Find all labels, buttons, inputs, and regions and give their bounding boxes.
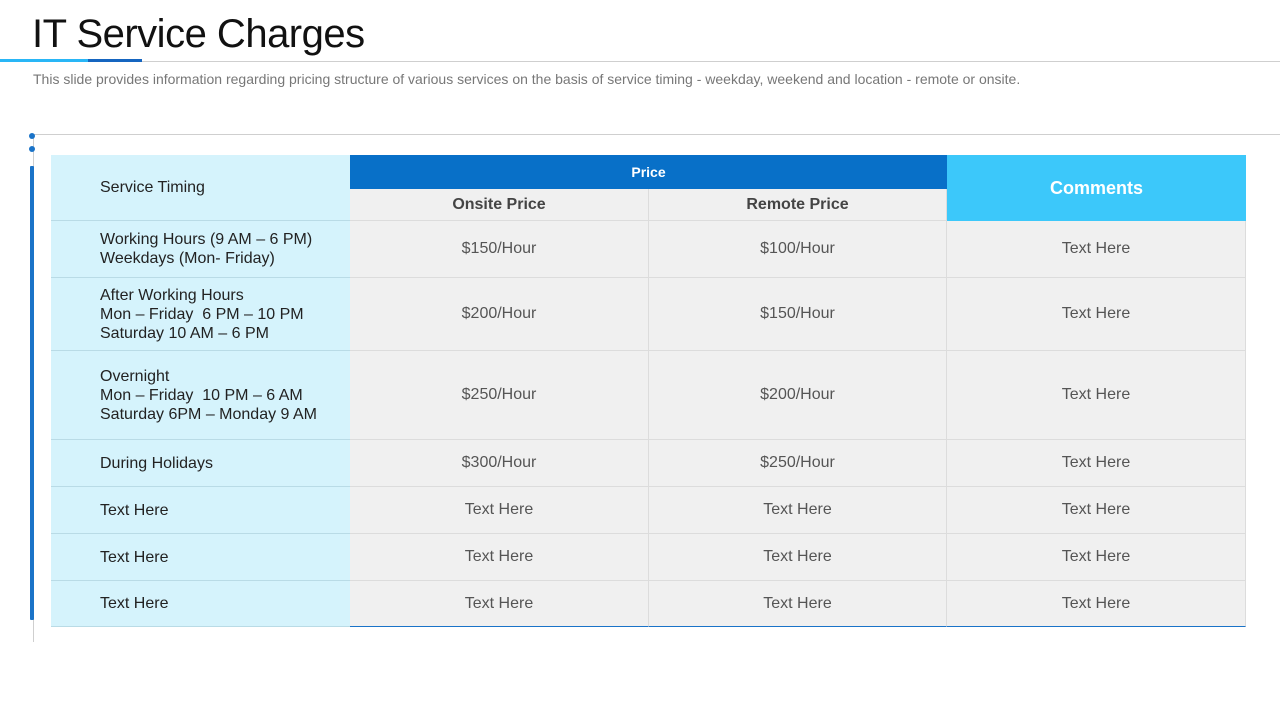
timing-line: Mon – Friday 10 PM – 6 AM bbox=[100, 386, 303, 404]
timing-line: Text Here bbox=[100, 548, 169, 566]
header-remote-price: Remote Price bbox=[649, 189, 947, 221]
table-row-timing: After Working Hours Mon – Friday 6 PM – … bbox=[51, 278, 350, 351]
comment-cell: Text Here bbox=[947, 351, 1246, 440]
onsite-price-cell: Text Here bbox=[350, 534, 649, 581]
onsite-price-cell: $300/Hour bbox=[350, 440, 649, 487]
remote-price-cell: Text Here bbox=[649, 534, 947, 581]
timing-line: Saturday 6PM – Monday 9 AM bbox=[100, 405, 317, 423]
remote-price-cell: Text Here bbox=[649, 487, 947, 534]
header-service-timing: Service Timing bbox=[51, 155, 350, 221]
title-divider bbox=[0, 61, 1280, 62]
timing-line: Weekdays (Mon- Friday) bbox=[100, 250, 275, 267]
timing-line: Text Here bbox=[100, 501, 169, 519]
timing-line: After Working Hours bbox=[100, 286, 244, 304]
table-row-timing: During Holidays bbox=[51, 440, 350, 487]
comment-cell: Text Here bbox=[947, 221, 1246, 278]
comment-cell: Text Here bbox=[947, 440, 1246, 487]
remote-price-cell: $200/Hour bbox=[649, 351, 947, 440]
header-price: Price bbox=[350, 155, 947, 189]
comment-cell: Text Here bbox=[947, 278, 1246, 351]
header-comments: Comments bbox=[947, 155, 1246, 221]
remote-price-cell: $100/Hour bbox=[649, 221, 947, 278]
table-row-timing: Text Here bbox=[51, 534, 350, 581]
table-row-timing: Overnight Mon – Friday 10 PM – 6 AM Satu… bbox=[51, 351, 350, 440]
onsite-price-cell: $150/Hour bbox=[350, 221, 649, 278]
content-top-rule bbox=[32, 134, 1280, 135]
remote-price-cell: $250/Hour bbox=[649, 440, 947, 487]
table-row-timing: Text Here bbox=[51, 581, 350, 627]
side-dot-top bbox=[29, 133, 35, 139]
slide-title: IT Service Charges bbox=[32, 12, 365, 56]
comment-cell: Text Here bbox=[947, 534, 1246, 581]
onsite-price-cell: $200/Hour bbox=[350, 278, 649, 351]
remote-price-cell: Text Here bbox=[649, 581, 947, 627]
timing-line: Overnight bbox=[100, 367, 170, 385]
table-row-timing: Text Here bbox=[51, 487, 350, 534]
comment-cell: Text Here bbox=[947, 487, 1246, 534]
header-onsite-price: Onsite Price bbox=[350, 189, 649, 221]
side-dot-second bbox=[29, 146, 35, 152]
timing-line: Saturday 10 AM – 6 PM bbox=[100, 324, 269, 342]
slide-subtitle: This slide provides information regardin… bbox=[33, 71, 1021, 87]
comment-cell: Text Here bbox=[947, 581, 1246, 627]
onsite-price-cell: $250/Hour bbox=[350, 351, 649, 440]
timing-line: Text Here bbox=[100, 595, 169, 612]
onsite-price-cell: Text Here bbox=[350, 487, 649, 534]
onsite-price-cell: Text Here bbox=[350, 581, 649, 627]
timing-line: Working Hours (9 AM – 6 PM) bbox=[100, 231, 313, 248]
table-row-timing: Working Hours (9 AM – 6 PM) Weekdays (Mo… bbox=[51, 221, 350, 278]
timing-line: Mon – Friday 6 PM – 10 PM bbox=[100, 305, 304, 323]
pricing-table: Service Timing Price Comments Onsite Pri… bbox=[51, 155, 1246, 627]
remote-price-cell: $150/Hour bbox=[649, 278, 947, 351]
title-accent-dark bbox=[88, 59, 142, 62]
title-accent-light bbox=[0, 59, 88, 62]
side-accent-bar bbox=[30, 166, 34, 620]
timing-line: During Holidays bbox=[100, 454, 213, 472]
